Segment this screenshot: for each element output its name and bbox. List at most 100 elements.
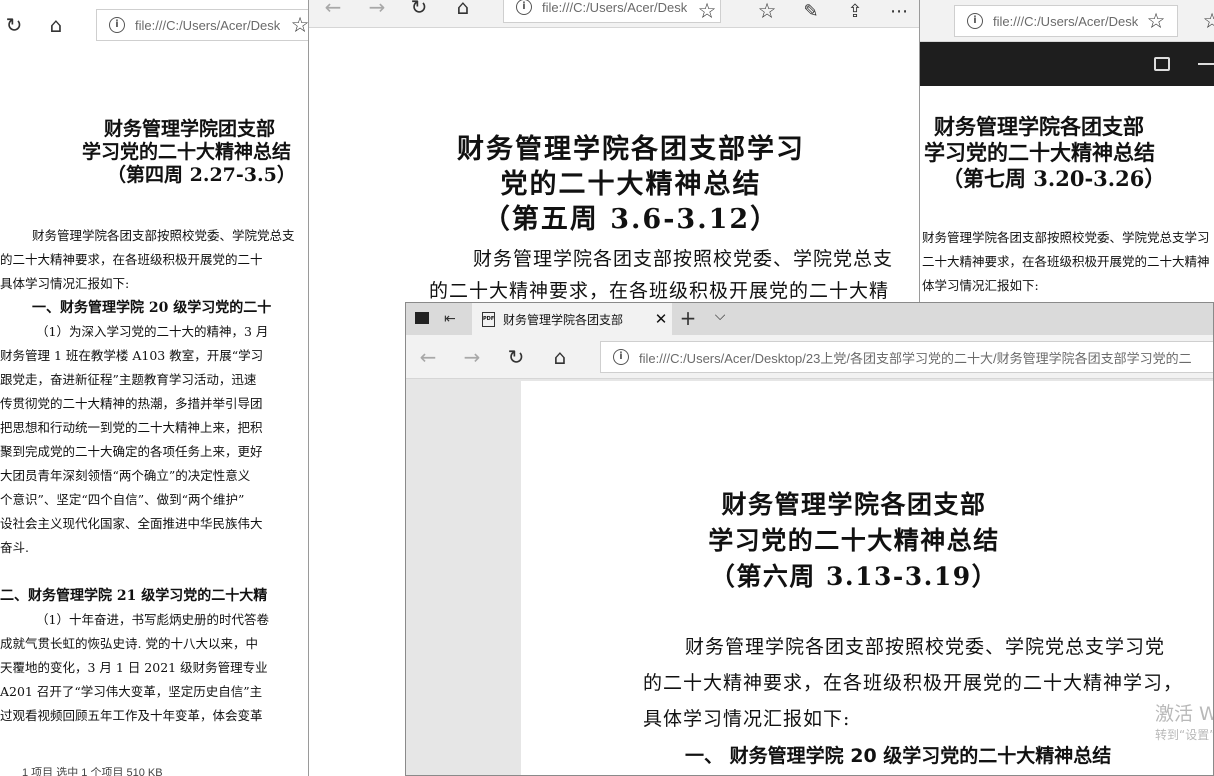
activation-watermark: 激活 W 转到“设置” [1155,701,1214,743]
title-line: （第五周 3.6-3.12） [482,204,780,235]
favorites-icon[interactable]: ☆ [753,0,781,27]
minimize-icon[interactable] [1198,63,1214,65]
status-bar: 1 项目 选中 1 个项目 510 KB [0,766,310,776]
address-bar[interactable]: i file:///C:/Users/Acer/Desk [96,9,310,41]
new-tab-icon[interactable]: + [676,306,700,330]
title-line: 学习党的二十大精神总结 [924,140,1155,165]
back-icon[interactable]: ← [313,0,353,27]
section-heading: 二、财务管理学院 21 级学习党的二十大精 [0,588,268,604]
intro-line: 具体学习情况汇报如下: [0,276,130,291]
home-icon[interactable]: ⌂ [443,0,483,27]
nav-toolbar: ↻ ⌂ i file:///C:/Users/Acer/Desk ☆ [0,5,310,45]
body-line: 成就气贯长虹的恢弘史诗. 党的十八大以来，中 [0,636,258,651]
body-line: 传贯彻党的二十大精神的热潮，多措并举引导团 [0,396,263,411]
title-line: （第六周 3.13-3.19） [709,562,999,591]
nav-toolbar: ← → ↻ ⌂ i file:///C:/Users/Acer/Desk ☆ ☆… [309,0,919,28]
body-line: 个意识”、坚定“四个自信”、做到“两个维护” [0,492,245,507]
intro-line: 财务管理学院各团支部按照校党委、学院党总支学习 [922,230,1210,245]
window-week4: ↻ ⌂ i file:///C:/Users/Acer/Desk ☆ 财务管理学… [0,0,310,776]
intro-line: 具体学习情况汇报如下: [643,708,851,730]
home-icon[interactable]: ⌂ [540,337,580,377]
intro-line: 二十大精神要求，在各班级积极开展党的二十大精神 [922,254,1210,269]
body-line: 跟党走，奋进新征程”主题教育学习活动，迅速 [0,372,257,387]
body-line: 设社会主义现代化国家、全面推进中华民族伟大 [0,516,263,531]
tab-bar: ⇤ PDF 财务管理学院各团支部 ✕ + ⌵ [406,303,1213,335]
intro-line: 的二十大精神要求，在各班级积极开展党的二十 [0,252,263,267]
address-url: file:///C:/Users/Acer/Desk [542,0,688,15]
info-icon: i [613,349,629,365]
address-bar[interactable]: i file:///C:/Users/Acer/Desktop/23上党/各团支… [600,341,1213,373]
pdf-toolbar [920,42,1214,86]
address-bar[interactable]: i file:///C:/Users/Acer/Desk [503,0,721,23]
watermark-line: 转到“设置” [1155,728,1214,742]
star-icon[interactable]: ☆ [693,0,721,27]
star-icon[interactable]: ☆ [1142,5,1170,37]
intro-line: 财务管理学院各团支部按照校党委、学院党总支学习党 [685,636,1166,658]
title-line: （第七周 3.20-3.26） [942,166,1166,191]
refresh-icon[interactable]: ↻ [496,337,536,377]
intro-text: 财务管理学院各团支部按照校党委、学院党总支学习党 的二十大精神要求，在各班级积极… [521,629,1213,737]
body-line: 把思想和行动统一到党的二十大精神上来，把积 [0,420,263,435]
pen-icon[interactable]: ✎ [797,0,825,27]
window-week6: ⇤ PDF 财务管理学院各团支部 ✕ + ⌵ ← → ↻ ⌂ i file://… [405,302,1214,776]
title-line: 财务管理学院各团支部 [934,114,1144,139]
info-icon: i [109,17,125,33]
tab-preview-icon[interactable] [415,312,429,324]
title-line: （第四周 2.27-3.5） [107,164,296,186]
back-icon[interactable]: ← [408,337,448,377]
document-week7: 财务管理学院各团支部 学习党的二十大精神总结 （第七周 3.20-3.26） 财… [920,114,1214,298]
body-line: 财务管理 1 班在教学楼 A103 教室，开展“学习 [0,348,264,363]
pdf-icon: PDF [482,311,495,327]
intro-line: 财务管理学院各团支部按照校党委、学院党总支 [32,228,295,243]
status-text: 1 项目 选中 1 个项目 510 KB [22,767,163,776]
forward-icon[interactable]: → [452,337,492,377]
section-heading: 一、 财务管理学院 20 级学习党的二十大精神总结 [685,745,1112,767]
intro-line: 体学习情况汇报如下: [922,278,1039,293]
body-line: 天覆地的变化，3 月 1 日 2021 级财务管理专业 [0,660,268,675]
body-line: 奋斗. [0,540,29,555]
doc-title: 财务管理学院各团支部 学习党的二十大精神总结 （第六周 3.13-3.19） [521,487,1067,595]
address-url: file:///C:/Users/Acer/Desk [993,13,1139,29]
nav-toolbar: i file:///C:/Users/Acer/Desk ☆ ☆ [920,0,1214,42]
address-url: file:///C:/Users/Acer/Desktop/23上党/各团支部学… [639,350,1192,366]
tab-label: 财务管理学院各团支部 [503,312,624,327]
refresh-icon[interactable]: ↻ [399,0,439,27]
star-icon[interactable]: ☆ [286,9,310,41]
info-icon: i [967,13,983,29]
document-week5: 财务管理学院各团支部学习 党的二十大精神总结 （第五周 3.6-3.12） 财务… [309,132,919,307]
address-url: file:///C:/Users/Acer/Desk [135,17,281,33]
intro-line: 财务管理学院各团支部按照校党委、学院党总支 [473,248,894,270]
title-line: 学习党的二十大精神总结 [708,526,1000,555]
tab-list-icon[interactable]: ⌵ [710,308,730,324]
pdf-page: 财务管理学院各团支部 学习党的二十大精神总结 （第六周 3.13-3.19） 财… [521,381,1214,775]
title-line: 学习党的二十大精神总结 [82,141,292,163]
title-line: 财务管理学院团支部 [104,118,276,140]
favorites-icon[interactable]: ☆ [1198,5,1214,37]
tab-active[interactable]: PDF 财务管理学院各团支部 ✕ [472,303,672,335]
body-line: （1）为深入学习党的二十大的精神，3 月 [36,324,269,339]
title-line: 财务管理学院各团支部 [721,490,987,519]
forward-icon[interactable]: → [357,0,397,27]
fullscreen-icon[interactable] [1154,57,1170,71]
watermark-line: 激活 W [1155,703,1214,725]
title-line: 财务管理学院各团支部学习 [457,134,805,165]
body-line: （1）十年奋进，书写彪炳史册的时代答卷 [36,612,269,627]
section-heading: 一、财务管理学院 20 级学习党的二十 [32,300,272,316]
body-line: A201 召开了“学习伟大变革，坚定历史自信”主 [0,684,263,699]
info-icon: i [516,0,532,15]
share-icon[interactable]: ⇪ [841,0,869,27]
body-line: 聚到完成党的二十大确定的各项任务上来，更好 [0,444,263,459]
doc-title: 财务管理学院各团支部学习 党的二十大精神总结 （第五周 3.6-3.12） [309,132,919,237]
more-icon[interactable]: ⋯ [885,0,913,27]
close-icon[interactable]: ✕ [650,310,672,328]
set-aside-icon[interactable]: ⇤ [444,311,456,327]
doc-title: 财务管理学院团支部 学习党的二十大精神总结 （第四周 2.27-3.5） [0,118,310,187]
refresh-icon[interactable]: ↻ [0,5,34,45]
pdf-viewer: 财务管理学院各团支部 学习党的二十大精神总结 （第六周 3.13-3.19） 财… [406,379,1214,775]
body-line: 大团员青年深刻领悟“两个确立”的决定性意义 [0,468,251,483]
home-icon[interactable]: ⌂ [36,5,76,45]
title-line: 党的二十大精神总结 [500,169,762,200]
body-line: 过观看视频回顾五年工作及十年变革，体会变革 [0,708,263,723]
intro-line: 的二十大精神要求，在各班级积极开展党的二十大精神学习， [643,672,1184,694]
doc-title: 财务管理学院各团支部 学习党的二十大精神总结 （第七周 3.20-3.26） [920,114,1214,192]
